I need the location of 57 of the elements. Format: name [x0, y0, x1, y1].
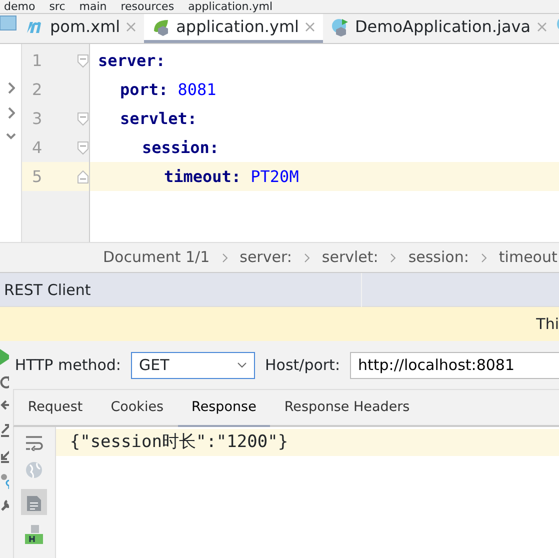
caret-icon — [236, 362, 247, 368]
class-icon — [330, 17, 349, 37]
editor-tab[interactable]: DemoApplication.java — [322, 14, 555, 43]
run-icon[interactable] — [0, 349, 9, 365]
line-number: 5 — [32, 166, 42, 188]
wrap-icon[interactable] — [25, 435, 44, 451]
line-number: 3 — [32, 108, 42, 130]
line-number: 2 — [32, 78, 42, 100]
fold-icon[interactable] — [77, 112, 89, 126]
breadcrumb-item[interactable]: timeout: — [498, 246, 559, 269]
html-file-icon[interactable] — [25, 525, 44, 545]
editor-tab[interactable]: application.yml — [144, 14, 323, 43]
path-segment[interactable]: application.yml — [188, 0, 273, 13]
breadcrumb-item[interactable]: server: — [240, 246, 292, 269]
fold-end-icon[interactable] — [77, 170, 89, 184]
close-icon[interactable] — [126, 22, 136, 32]
editor-tab[interactable]: pom.xml — [18, 14, 144, 43]
document-icon[interactable] — [27, 493, 42, 511]
leaf-icon — [152, 17, 170, 37]
globe-icon[interactable] — [25, 461, 44, 479]
arrow-left-icon[interactable] — [0, 399, 9, 411]
path-segment[interactable]: main — [79, 0, 107, 13]
fold-icon[interactable] — [77, 140, 89, 154]
breadcrumb-item[interactable]: servlet: — [322, 246, 378, 269]
response-tab[interactable]: Response Headers — [270, 390, 424, 427]
code-line: port: 8081 — [119, 78, 218, 100]
chevron-down-icon[interactable] — [6, 132, 16, 140]
path-segment[interactable]: src — [49, 0, 66, 13]
wrench-icon[interactable] — [0, 499, 9, 511]
field-label: Host/port: — [264, 354, 340, 376]
path-segment[interactable]: demo — [4, 0, 36, 13]
chevron-right-icon — [222, 252, 228, 262]
close-icon[interactable] — [536, 22, 547, 32]
chevron-right-icon[interactable] — [6, 107, 14, 119]
response-tab[interactable]: Cookies — [96, 390, 178, 427]
response-body: {"session时长":"1200"} — [56, 429, 559, 456]
method-dropdown[interactable]: GET — [130, 352, 255, 378]
chevron-right-icon — [480, 252, 487, 262]
notification-text: Thi — [536, 314, 559, 335]
chevron-right-icon[interactable] — [6, 82, 14, 94]
line-number: 4 — [32, 136, 42, 158]
chevron-right-icon — [390, 252, 396, 262]
line-number: 1 — [32, 50, 42, 72]
code-line: session: — [141, 136, 220, 158]
code-line: servlet: — [119, 108, 198, 130]
close-icon[interactable] — [304, 22, 315, 32]
breadcrumb-item[interactable]: Document 1/1 — [103, 246, 210, 269]
export-icon[interactable] — [0, 421, 9, 437]
response-tab[interactable]: Request — [14, 390, 97, 427]
host-field[interactable]: http://localhost:8081 — [350, 352, 559, 378]
breadcrumb-item[interactable]: session: — [408, 246, 469, 269]
fold-icon[interactable] — [77, 54, 89, 68]
path-segment[interactable]: resources — [120, 0, 174, 13]
chevron-right-icon — [304, 252, 310, 262]
code-line: server: — [97, 50, 166, 72]
field-label: HTTP method: — [14, 354, 121, 376]
refresh-icon[interactable] — [0, 375, 9, 389]
